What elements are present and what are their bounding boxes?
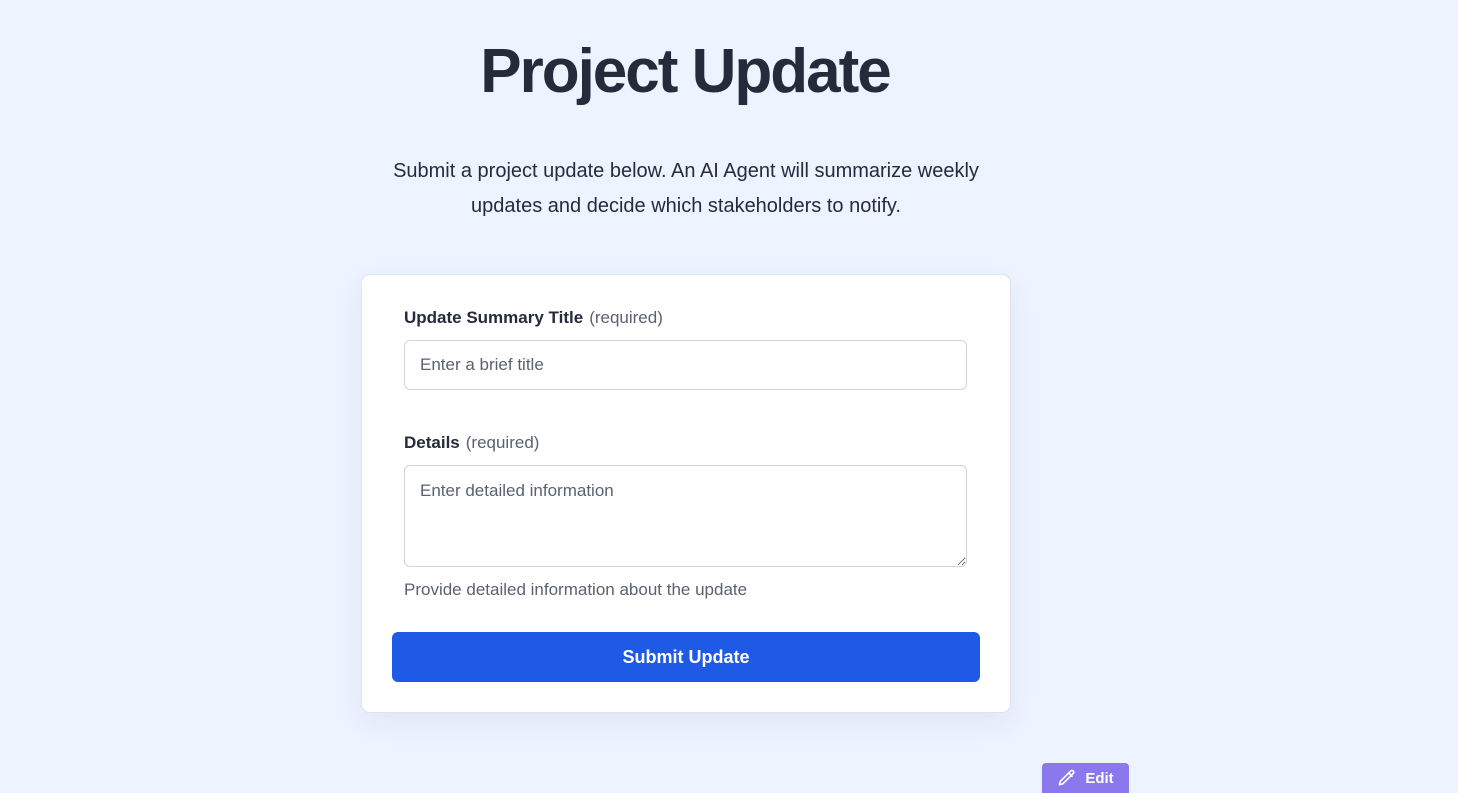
details-required-note: (required) [465,433,540,452]
page: Project Update Submit a project update b… [0,0,1458,793]
submit-update-button[interactable]: Submit Update [392,632,980,682]
update-form-card: Update Summary Title (required) Details (r… [361,274,1011,713]
edit-button[interactable]: Edit [1042,763,1129,793]
title-label-text: Update Summary Title [404,308,584,327]
page-intro: Submit a project update below. An AI Age… [393,160,979,217]
details-label-text: Details [404,433,460,452]
title-field-label: Update Summary Title (required) [404,307,663,329]
details-field-label: Details (required) [404,432,539,454]
details-help-text: Provide detailed information about the u… [404,580,748,599]
title-required-note: (required) [589,308,663,327]
edit-button-label: Edit [1085,769,1114,787]
details-textarea[interactable] [404,465,967,567]
title-input[interactable] [404,340,967,390]
page-title: Project Update [480,37,892,106]
pencil-icon [1057,768,1077,788]
